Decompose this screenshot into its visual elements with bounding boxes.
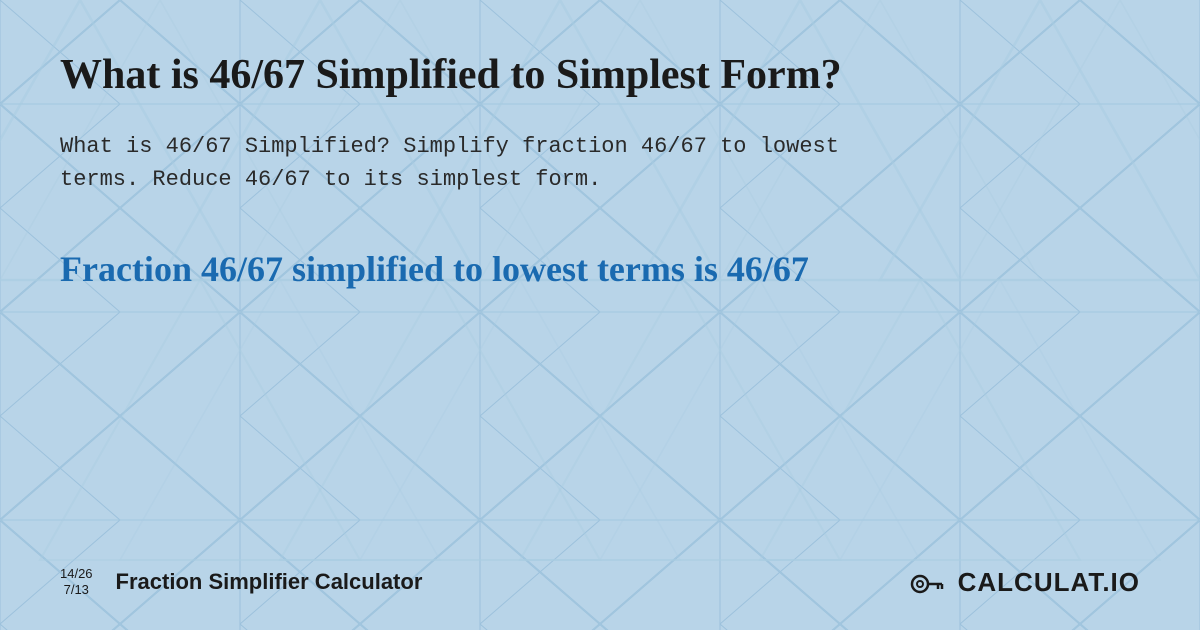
content-wrapper: What is 46/67 Simplified to Simplest For… bbox=[0, 0, 1200, 630]
footer-brand-label: Fraction Simplifier Calculator bbox=[116, 569, 423, 595]
footer-fraction-bottom: 7/13 bbox=[64, 582, 89, 598]
page-title: What is 46/67 Simplified to Simplest For… bbox=[60, 50, 960, 100]
footer: 14/26 7/13 Fraction Simplifier Calculato… bbox=[60, 544, 1140, 600]
footer-logo-area: CALCULAT.IO bbox=[908, 564, 1140, 600]
footer-logo-text: CALCULAT.IO bbox=[958, 567, 1140, 598]
footer-fraction-top: 14/26 bbox=[60, 566, 93, 582]
key-icon bbox=[908, 564, 944, 600]
result-heading: Fraction 46/67 simplified to lowest term… bbox=[60, 246, 960, 293]
page-description: What is 46/67 Simplified? Simplify fract… bbox=[60, 130, 920, 196]
footer-left-content: 14/26 7/13 Fraction Simplifier Calculato… bbox=[60, 566, 422, 597]
footer-fraction: 14/26 7/13 bbox=[60, 566, 93, 597]
